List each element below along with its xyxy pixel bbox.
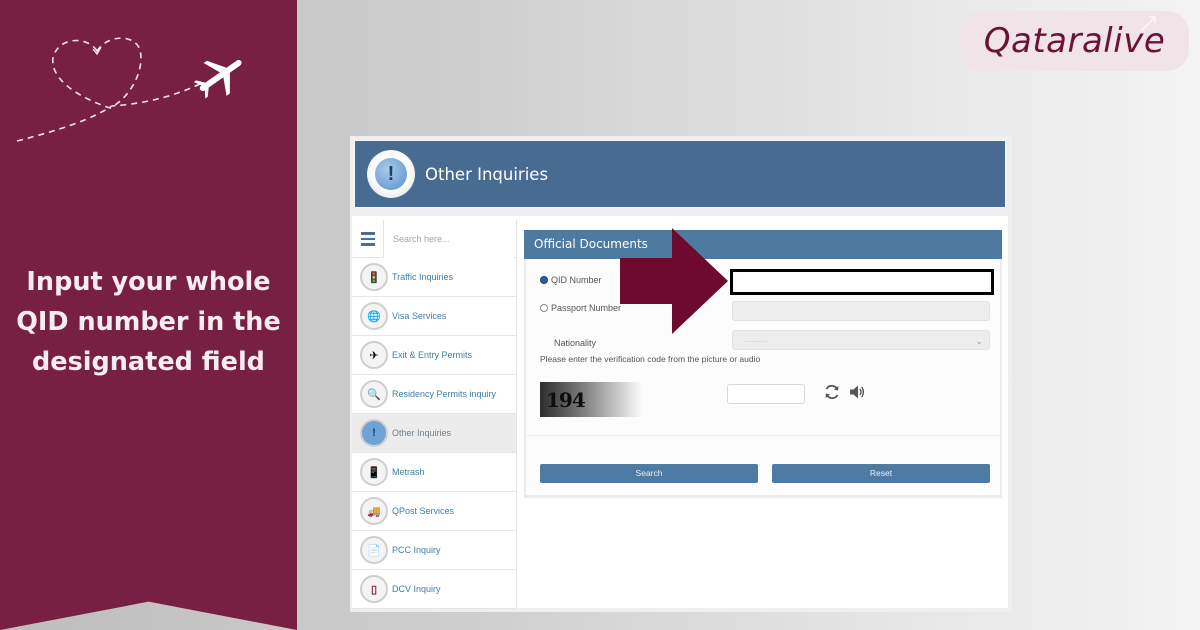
document-icon: ▯ [360, 575, 388, 603]
captcha-code: 194 [546, 387, 586, 412]
refresh-icon[interactable] [823, 383, 841, 401]
phone-icon: 📱 [360, 458, 388, 486]
heart-plane-decoration [16, 37, 242, 142]
sidebar-item-label: Traffic Inquiries [392, 272, 454, 282]
hamburger-menu-icon[interactable] [352, 220, 384, 258]
sidebar-search-input[interactable] [384, 220, 514, 258]
headline-line: Input your whole [26, 267, 271, 297]
sidebar-item-label: PCC Inquiry [392, 545, 441, 555]
official-documents-panel: Official Documents QID Number Passport N… [524, 230, 1002, 498]
airplane-icon [193, 60, 242, 99]
sidebar-item-label: Other Inquiries [392, 428, 452, 438]
passport-label: Passport Number [551, 303, 622, 313]
sidebar-item-residency-permits[interactable]: 🔍 Residency Permits inquiry [352, 375, 516, 414]
panel-title: Official Documents [524, 230, 1002, 259]
sidebar-item-label: QPost Services [392, 506, 455, 516]
logo-plane-icon [1140, 16, 1156, 32]
exclamation-bubble-icon: ! [367, 150, 415, 198]
traffic-light-icon: 🚦 [360, 263, 388, 291]
qid-number-input[interactable] [730, 269, 994, 295]
sidebar-item-dcv-inquiry[interactable]: ▯ DCV Inquiry [352, 570, 516, 609]
magnifier-icon: 🔍 [360, 380, 388, 408]
qid-label: QID Number [551, 275, 602, 285]
sidebar-item-metrash[interactable]: 📱 Metrash [352, 453, 516, 492]
qid-radio[interactable] [540, 276, 548, 284]
sidebar-item-qpost-services[interactable]: 🚚 QPost Services [352, 492, 516, 531]
panel-divider [526, 435, 1000, 436]
headline-line: QID number in the [16, 307, 281, 337]
sidebar-item-label: Residency Permits inquiry [392, 389, 497, 399]
captcha-image: 194 [540, 382, 643, 417]
sidebar-item-label: Metrash [392, 467, 425, 477]
nationality-value: ........... [743, 335, 768, 344]
sidebar-item-other-inquiries[interactable]: ! Other Inquiries [352, 414, 516, 453]
sidebar-item-label: Exit & Entry Permits [392, 350, 473, 360]
passport-radio-option[interactable]: Passport Number [540, 303, 621, 313]
plane-icon: ✈ [360, 341, 388, 369]
reset-button[interactable]: Reset [772, 464, 990, 483]
portal-header-title: Other Inquiries [425, 164, 549, 184]
sidebar-item-pcc-inquiry[interactable]: 📄 PCC Inquiry [352, 531, 516, 570]
sidebar-item-exit-entry-permits[interactable]: ✈ Exit & Entry Permits [352, 336, 516, 375]
sidebar-item-traffic-inquiries[interactable]: 🚦 Traffic Inquiries [352, 258, 516, 297]
speaker-icon[interactable] [848, 383, 866, 401]
instruction-headline: Input your whole QID number in the desig… [0, 262, 297, 382]
dashed-flight-path [16, 83, 201, 142]
sidebar: 🚦 Traffic Inquiries 🌐 Visa Services ✈ Ex… [352, 220, 517, 609]
sidebar-item-visa-services[interactable]: 🌐 Visa Services [352, 297, 516, 336]
exclamation-icon: ! [360, 419, 388, 447]
dashed-heart-icon [52, 37, 142, 109]
qid-radio-option[interactable]: QID Number [540, 275, 602, 285]
search-button[interactable]: Search [540, 464, 758, 483]
truck-icon: 🚚 [360, 497, 388, 525]
left-banner-panel: Input your whole QID number in the desig… [0, 0, 297, 630]
pointing-arrow-icon [620, 228, 728, 334]
verification-instruction: Please enter the verification code from … [540, 354, 761, 364]
brand-logo: Qataralive [960, 11, 1189, 71]
passport-number-input[interactable] [732, 301, 990, 321]
nationality-label: Nationality [554, 338, 597, 348]
captcha-input[interactable] [727, 384, 805, 404]
chevron-down-icon: ⌄ [975, 336, 983, 346]
sidebar-item-label: Visa Services [392, 311, 447, 321]
globe-icon: 🌐 [360, 302, 388, 330]
panel-body: QID Number Passport Number Nationality .… [526, 259, 1000, 495]
nationality-select[interactable]: ........... ⌄ [732, 330, 990, 350]
headline-line: designated field [32, 347, 265, 377]
certificate-icon: 📄 [360, 536, 388, 564]
sidebar-search-bar [352, 220, 516, 258]
passport-radio[interactable] [540, 304, 548, 312]
sidebar-item-label: DCV Inquiry [392, 584, 441, 594]
portal-screenshot: ! Other Inquiries 🚦 Traffic Inquiries 🌐 … [350, 136, 1012, 612]
portal-header: ! Other Inquiries [354, 140, 1006, 208]
